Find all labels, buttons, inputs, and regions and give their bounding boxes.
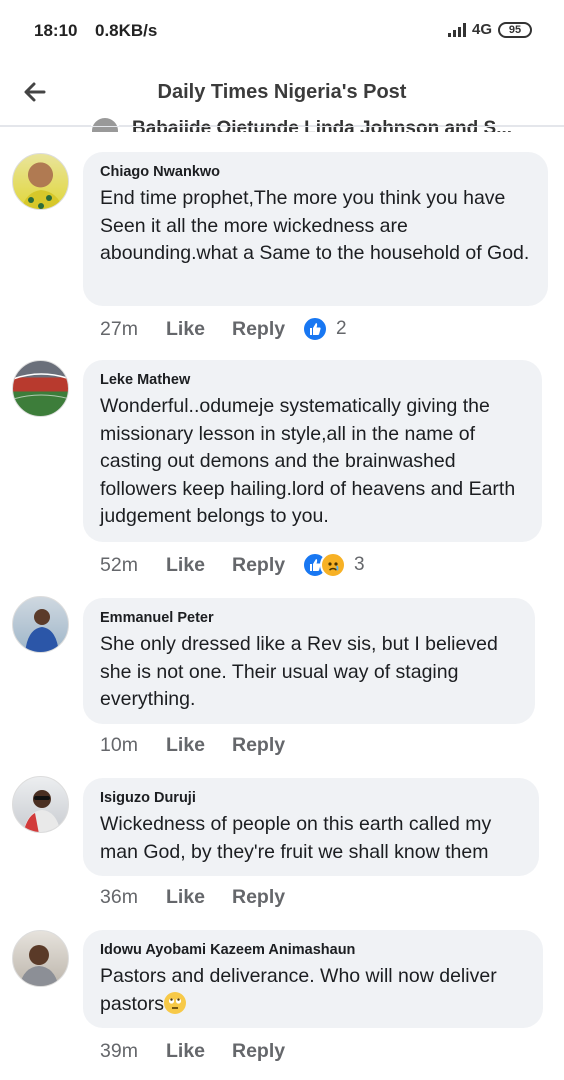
reaction-count: 3 [354, 554, 365, 575]
reaction-count: 2 [336, 318, 347, 339]
comment-bubble[interactable]: Emmanuel Peter She only dressed like a R… [83, 598, 535, 724]
comment-text: Wickedness of people on this earth calle… [100, 813, 492, 863]
comment-author[interactable]: Leke Mathew [100, 372, 528, 388]
avatar[interactable] [12, 596, 69, 653]
avatar [90, 116, 120, 132]
status-indicators: 4G 95 [447, 21, 532, 38]
face-with-rolling-eyes-icon [163, 991, 186, 1014]
comment-text: End time prophet,The more you think you … [100, 187, 530, 264]
comment-author[interactable]: Isiguzo Duruji [100, 790, 525, 806]
like-button[interactable]: Like [166, 554, 232, 577]
comment-bubble[interactable]: Isiguzo Duruji Wickedness of people on t… [83, 778, 539, 876]
reply-button[interactable]: Reply [232, 1040, 302, 1063]
comment-actions: 10m Like Reply [100, 734, 302, 757]
partial-reaction-row: Babajide Ojetunde Linda Johnson and S... [0, 110, 564, 132]
comment-time[interactable]: 36m [100, 886, 166, 909]
sad-face-icon [320, 552, 346, 578]
comment-author[interactable]: Emmanuel Peter [100, 610, 521, 626]
reply-button[interactable]: Reply [232, 734, 302, 757]
comment-actions: 52m Like Reply 3 [100, 552, 365, 578]
reply-button[interactable]: Reply [232, 554, 302, 577]
avatar[interactable] [12, 153, 69, 210]
comment-text: Wonderful..odumeje systematically giving… [100, 395, 516, 527]
status-network-speed: 0.8KB/s [95, 21, 158, 40]
thumbs-up-icon [302, 316, 328, 342]
comment-actions: 36m Like Reply [100, 886, 302, 909]
reactions-summary[interactable]: 3 [302, 552, 365, 578]
comment-text: Pastors and deliverance. Who will now de… [100, 963, 529, 1018]
avatar[interactable] [12, 930, 69, 987]
partial-reactors-text: Babajide Ojetunde Linda Johnson and S... [132, 118, 513, 132]
comment-actions: 39m Like Reply [100, 1040, 302, 1063]
status-time: 18:10 [34, 21, 78, 40]
like-button[interactable]: Like [166, 1040, 232, 1063]
comment-time[interactable]: 27m [100, 318, 166, 341]
comment-bubble[interactable]: Idowu Ayobami Kazeem Animashaun Pastors … [83, 930, 543, 1028]
comment-bubble[interactable]: Leke Mathew Wonderful..odumeje systemati… [83, 360, 542, 542]
comment-text: She only dressed like a Rev sis, but I b… [100, 633, 498, 710]
reactions-summary[interactable]: 2 [302, 316, 347, 342]
network-type: 4G [471, 21, 492, 38]
comment-author[interactable]: Chiago Nwankwo [100, 164, 534, 180]
avatar[interactable] [12, 360, 69, 417]
comment-author[interactable]: Idowu Ayobami Kazeem Animashaun [100, 942, 529, 958]
like-button[interactable]: Like [166, 318, 232, 341]
like-button[interactable]: Like [166, 886, 232, 909]
reply-button[interactable]: Reply [232, 318, 302, 341]
comment-bubble[interactable]: Chiago Nwankwo End time prophet,The more… [83, 152, 548, 306]
like-button[interactable]: Like [166, 734, 232, 757]
comment-actions: 27m Like Reply 2 [100, 316, 347, 342]
page-title: Daily Times Nigeria's Post [157, 81, 407, 103]
reply-button[interactable]: Reply [232, 886, 302, 909]
status-bar: 18:10 0.8KB/s 4G 95 [0, 0, 564, 60]
comment-text-content: Pastors and deliverance. Who will now de… [100, 965, 497, 1015]
battery-icon: 95 [498, 21, 532, 38]
comment-time[interactable]: 10m [100, 734, 166, 757]
comment-time[interactable]: 39m [100, 1040, 166, 1063]
comment-time[interactable]: 52m [100, 554, 166, 577]
signal-icon [447, 22, 466, 37]
avatar[interactable] [12, 776, 69, 833]
